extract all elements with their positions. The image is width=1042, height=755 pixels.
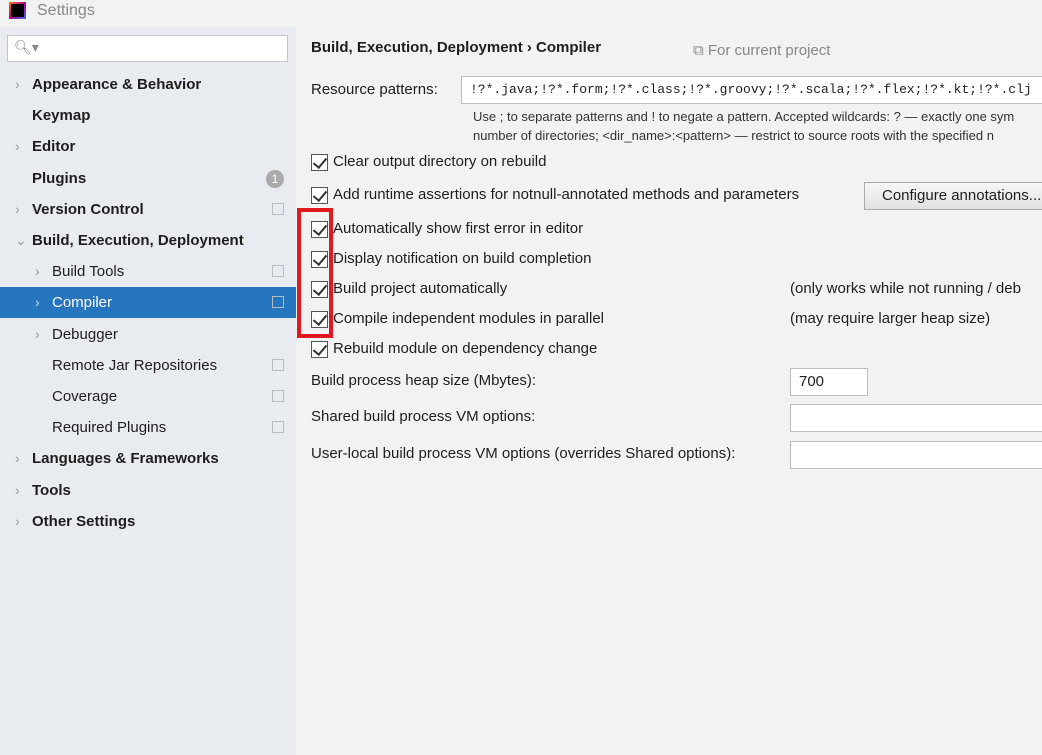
sidebar-item-label: Tools	[32, 481, 71, 499]
intellij-logo-icon	[9, 2, 26, 19]
configure-annotations-button[interactable]: Configure annotations...	[864, 182, 1042, 210]
project-scope-icon	[272, 265, 284, 278]
chevron-right-icon[interactable]: ›	[15, 194, 20, 225]
chevron-right-icon[interactable]: ›	[35, 256, 40, 287]
sidebar-item[interactable]: › Version Control	[0, 194, 296, 225]
project-scope-icon	[272, 390, 284, 402]
checkbox-note: (only works while not running / deb	[790, 280, 1021, 297]
chevron-right-icon[interactable]: ›	[15, 506, 20, 537]
shared-vm-options-input[interactable]	[790, 404, 1042, 432]
sidebar-item-label: Build, Execution, Deployment	[32, 232, 244, 249]
sidebar-item-label: Coverage	[52, 388, 118, 405]
chevron-down-icon[interactable]: ⌄	[15, 225, 27, 256]
checkbox-label[interactable]: Add runtime assertions for notnull-annot…	[333, 186, 799, 203]
checkbox[interactable]	[311, 341, 328, 358]
sidebar-item[interactable]: › Tools	[0, 475, 296, 506]
sidebar-item[interactable]: Keymap	[0, 100, 296, 131]
sidebar-item[interactable]: › Editor	[0, 131, 296, 162]
sidebar-item-label: Build Tools	[52, 263, 125, 281]
chevron-right-icon[interactable]: ›	[15, 69, 20, 100]
scope-label: ⧉ For current project	[693, 42, 831, 59]
sidebar-item[interactable]: › Appearance & Behavior	[0, 69, 296, 100]
breadcrumb: Build, Execution, Deployment › Compiler	[311, 39, 602, 56]
sidebar-item-label: Other Settings	[32, 512, 136, 530]
compiler-panel: Build, Execution, Deployment › Compiler …	[296, 27, 1042, 755]
heap-size-label: Build process heap size (Mbytes):	[311, 372, 537, 389]
checkbox-label[interactable]: Clear output directory on rebuild	[333, 153, 546, 170]
project-scope-icon	[272, 202, 284, 215]
resource-patterns-label: Resource patterns:	[311, 81, 438, 98]
sidebar-item[interactable]: › Languages & Frameworks	[0, 443, 296, 474]
heap-size-input[interactable]: 700	[790, 368, 868, 396]
checkbox-label[interactable]: Build project automatically	[333, 280, 507, 297]
sidebar-item[interactable]: › Debugger	[0, 319, 296, 350]
shared-vm-options-label: Shared build process VM options:	[311, 408, 536, 425]
sidebar-item[interactable]: › Compiler	[0, 287, 296, 319]
sidebar-item-label: Plugins	[32, 169, 87, 187]
project-scope-icon	[272, 421, 284, 434]
sidebar-item-label: Debugger	[52, 325, 118, 343]
sidebar-item[interactable]: ⌄ Build, Execution, Deployment	[0, 225, 296, 256]
checkbox-label[interactable]: Display notification on build completion	[333, 250, 591, 267]
scope-text: For current project	[707, 42, 831, 59]
sidebar-item[interactable]: Remote Jar Repositories	[0, 350, 296, 381]
sidebar-item-label: Version Control	[32, 200, 144, 218]
chevron-right-icon[interactable]: ›	[15, 443, 20, 474]
sidebar-item-label: Required Plugins	[52, 419, 167, 437]
checkbox-label[interactable]: Rebuild module on dependency change	[333, 340, 597, 357]
hint-line-2: number of directories; <dir_name>:<patte…	[473, 128, 994, 143]
chevron-right-icon[interactable]: ›	[35, 319, 40, 350]
highlight-box	[297, 208, 333, 338]
checkbox-label[interactable]: Compile independent modules in parallel	[333, 310, 604, 327]
project-scope-icon	[272, 296, 284, 309]
user-vm-options-input[interactable]	[790, 441, 1042, 469]
user-vm-options-label: User-local build process VM options (ove…	[311, 445, 736, 462]
chevron-right-icon[interactable]: ›	[15, 475, 20, 506]
chevron-right-icon[interactable]: ›	[35, 287, 40, 318]
chevron-right-icon[interactable]: ›	[15, 131, 20, 162]
sidebar-item-label: Compiler	[52, 294, 113, 312]
sidebar-item-label: Remote Jar Repositories	[52, 356, 218, 374]
resource-patterns-input[interactable]: !?*.java;!?*.form;!?*.class;!?*.groovy;!…	[461, 76, 1042, 104]
sidebar-item[interactable]: Plugins 1	[0, 163, 296, 194]
sidebar-item-label: Keymap	[32, 107, 91, 125]
sidebar: 🔍︎▾ › Appearance & Behavior Keymap › Editor P…	[0, 27, 296, 755]
project-scope-icon	[272, 358, 284, 371]
checkbox[interactable]	[311, 187, 328, 204]
checkbox-note: (may require larger heap size)	[790, 310, 991, 327]
sidebar-item-label: Appearance & Behavior	[32, 76, 202, 93]
sidebar-item-label: Languages & Frameworks	[32, 450, 219, 468]
title-bar: Settings	[0, 0, 1042, 27]
sidebar-item[interactable]: Required Plugins	[0, 412, 296, 443]
window-title: Settings	[37, 2, 95, 19]
sidebar-item[interactable]: › Other Settings	[0, 506, 296, 537]
checkbox-label[interactable]: Automatically show first error in editor	[333, 220, 583, 237]
checkbox[interactable]	[311, 154, 328, 171]
sidebar-item-label: Editor	[32, 138, 76, 156]
search-input[interactable]: 🔍︎▾	[7, 35, 288, 62]
sidebar-item[interactable]: › Build Tools	[0, 256, 296, 287]
update-count-badge: 1	[266, 169, 284, 188]
search-icon: 🔍︎▾	[14, 39, 39, 55]
sidebar-item[interactable]: Coverage	[0, 381, 296, 412]
hint-line-1: Use ; to separate patterns and ! to nega…	[473, 109, 1015, 124]
